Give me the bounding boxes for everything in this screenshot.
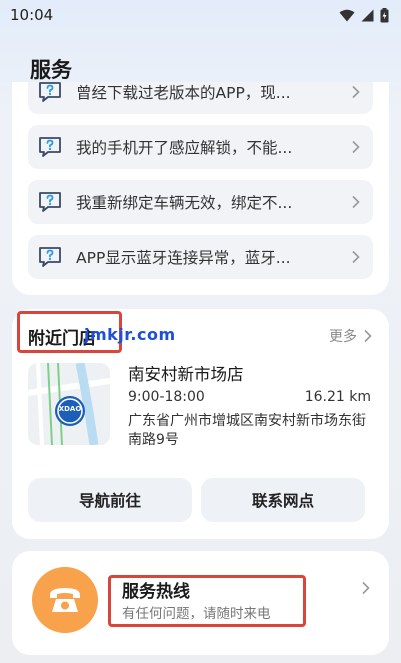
map-badge: XDAO [58, 405, 82, 413]
battery-icon [380, 7, 389, 22]
map-image [28, 363, 110, 445]
question-bubble-icon [39, 137, 61, 157]
faq-item[interactable]: 我的手机开了感应解锁，不能... [28, 125, 373, 169]
nearby-store-card: 附近门店 更多 jmkjr.com XDAO 南安村新市场店 9:00-18:0… [12, 309, 389, 539]
phone-icon-circle [32, 567, 98, 633]
chevron-right-icon [352, 195, 360, 209]
store-hours: 9:00-18:00 [128, 389, 205, 405]
chevron-right-icon [364, 329, 372, 343]
faq-item-text: 我的手机开了感应解锁，不能... [76, 139, 293, 157]
hotline-title: 服务热线 [122, 582, 190, 602]
chevron-right-icon [352, 250, 360, 264]
faq-card: 曾经下载过老版本的APP，现... 我的手机开了感应解锁，不能... 我重新绑定… [12, 82, 389, 295]
chevron-right-icon [362, 581, 370, 595]
watermark: jmkjr.com [84, 325, 176, 344]
signal-icon [361, 9, 374, 21]
faq-item[interactable]: 我重新绑定车辆无效，绑定不... [28, 180, 373, 224]
chevron-right-icon [352, 140, 360, 154]
status-time: 10:04 [10, 6, 54, 24]
question-bubble-icon [39, 192, 61, 212]
faq-item[interactable]: APP显示蓝牙连接异常，蓝牙... [28, 235, 373, 279]
status-bar: 10:04 [0, 0, 401, 30]
nearby-header: 附近门店 更多 [28, 323, 373, 349]
question-bubble-icon [39, 247, 61, 267]
store-distance: 16.21 km [304, 389, 371, 405]
store-name: 南安村新市场店 [128, 365, 244, 384]
hotline-card[interactable]: 服务热线 有任何问题，请随时来电 [12, 551, 389, 655]
hotline-subtitle: 有任何问题，请随时来电 [122, 606, 271, 622]
navigate-button[interactable]: 导航前往 [28, 478, 192, 522]
status-icons [339, 7, 389, 23]
store-address: 广东省广州市增城区南安村新市场东街南路9号 [128, 413, 366, 448]
faq-item-text: APP显示蓝牙连接异常，蓝牙... [76, 249, 291, 267]
phone-icon [50, 588, 80, 612]
store-map-thumbnail[interactable]: XDAO [28, 363, 110, 445]
contact-store-button[interactable]: 联系网点 [201, 478, 365, 522]
chevron-right-icon [352, 85, 360, 99]
faq-item-text: 曾经下载过老版本的APP，现... [76, 84, 291, 102]
faq-item[interactable]: 曾经下载过老版本的APP，现... [28, 82, 373, 114]
more-label: 更多 [329, 329, 357, 345]
faq-item-text: 我重新绑定车辆无效，绑定不... [76, 194, 293, 212]
page-title: 服务 [30, 58, 72, 82]
more-link[interactable]: 更多 [329, 326, 373, 346]
question-bubble-icon [39, 82, 61, 102]
wifi-icon [339, 9, 355, 21]
